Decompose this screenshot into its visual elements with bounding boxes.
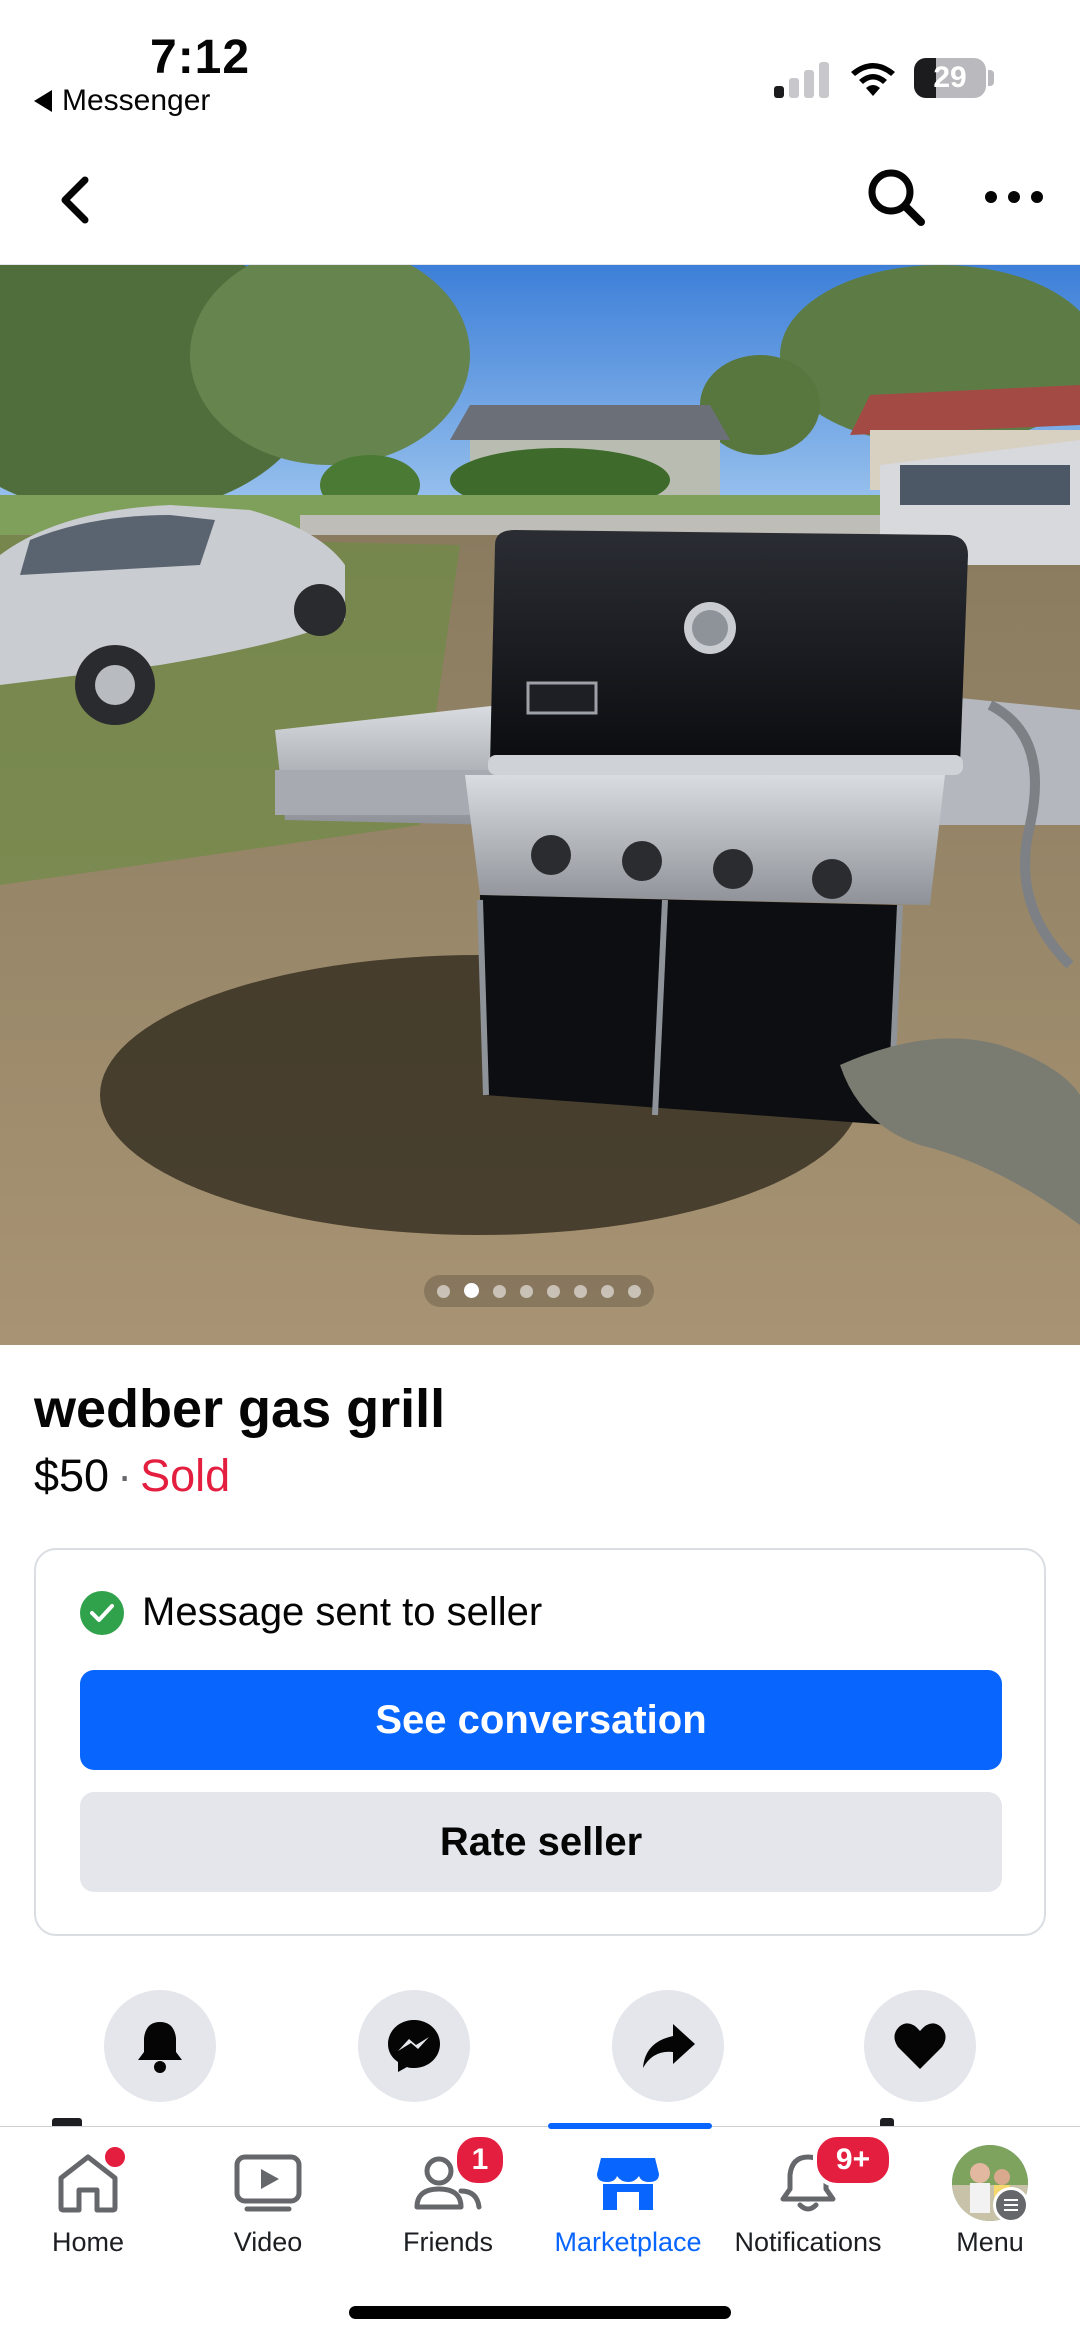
tab-friends[interactable]: 1 Friends <box>358 2127 538 2267</box>
cellular-signal-icon <box>774 60 830 98</box>
video-icon <box>234 2154 302 2212</box>
listing-title: wedber gas grill <box>34 1379 446 1439</box>
listing-price: $50 <box>34 1450 110 1501</box>
listing-status: Sold <box>140 1450 231 1501</box>
notifications-badge: 9+ <box>813 2133 893 2187</box>
status-time: 7:12 <box>150 31 251 84</box>
pagination-dot[interactable] <box>628 1284 641 1298</box>
pagination-dot[interactable] <box>574 1284 587 1298</box>
share-button[interactable] <box>612 1990 724 2102</box>
pagination-dot-active[interactable] <box>464 1283 479 1298</box>
battery-icon: 29 <box>914 58 986 98</box>
tab-marketplace[interactable]: Marketplace <box>538 2127 718 2267</box>
battery-level: 29 <box>933 61 967 94</box>
alert-button[interactable] <box>104 1990 216 2102</box>
grill-photo-illustration <box>0 265 1080 1345</box>
listing-photo[interactable] <box>0 265 1080 1345</box>
more-button[interactable] <box>974 159 1054 235</box>
pagination-dot[interactable] <box>493 1284 506 1298</box>
tab-notifications[interactable]: 9+ Notifications <box>718 2127 898 2267</box>
marketplace-icon <box>597 2158 659 2210</box>
status-bar: 7:12 Messenger 29 <box>0 0 1080 135</box>
home-notification-dot <box>101 2143 129 2171</box>
tab-label: Home <box>51 2227 125 2257</box>
see-conversation-button[interactable]: See conversation <box>80 1670 1002 1770</box>
pagination-dot[interactable] <box>547 1284 560 1298</box>
tab-label: Video <box>233 2227 303 2257</box>
back-triangle-icon <box>34 90 52 112</box>
message-status-row: Message sent to seller <box>80 1590 542 1635</box>
message-button[interactable] <box>358 1990 470 2102</box>
tab-label: Notifications <box>734 2227 882 2257</box>
pagination-dot[interactable] <box>601 1284 614 1298</box>
back-to-app-link[interactable]: Messenger <box>34 84 210 118</box>
bell-icon <box>138 2022 182 2073</box>
tab-menu[interactable]: Menu <box>900 2127 1080 2267</box>
message-card: Message sent to seller See conversation … <box>34 1548 1046 1936</box>
back-app-label: Messenger <box>62 84 211 117</box>
wifi-icon <box>848 58 898 98</box>
chevron-left-icon <box>61 176 89 224</box>
share-icon <box>643 2024 695 2068</box>
save-button[interactable] <box>864 1990 976 2102</box>
price-line: $50 · Sold <box>34 1450 230 1502</box>
rate-seller-button[interactable]: Rate seller <box>80 1792 1002 1892</box>
photo-pagination <box>424 1275 654 1307</box>
search-button[interactable] <box>858 159 934 235</box>
pagination-dot[interactable] <box>520 1284 533 1298</box>
back-button[interactable] <box>40 165 110 235</box>
top-nav <box>0 135 1080 265</box>
price-separator: · <box>117 1450 133 1501</box>
check-circle-icon <box>80 1590 124 1635</box>
messenger-icon <box>388 2020 440 2072</box>
tab-home[interactable]: Home <box>0 2127 178 2267</box>
home-indicator <box>349 2306 731 2319</box>
pagination-dot[interactable] <box>437 1284 450 1298</box>
menu-icon <box>993 2187 1029 2223</box>
tab-video[interactable]: Video <box>178 2127 358 2267</box>
message-status-text: Message sent to seller <box>142 1590 543 1634</box>
tab-label: Menu <box>956 2227 1024 2257</box>
search-icon <box>868 169 925 226</box>
friends-badge: 1 <box>453 2133 507 2187</box>
heart-icon <box>894 2023 946 2069</box>
tab-label: Friends <box>402 2227 494 2257</box>
tab-label: Marketplace <box>554 2227 702 2257</box>
more-horizontal-icon <box>985 191 1043 203</box>
